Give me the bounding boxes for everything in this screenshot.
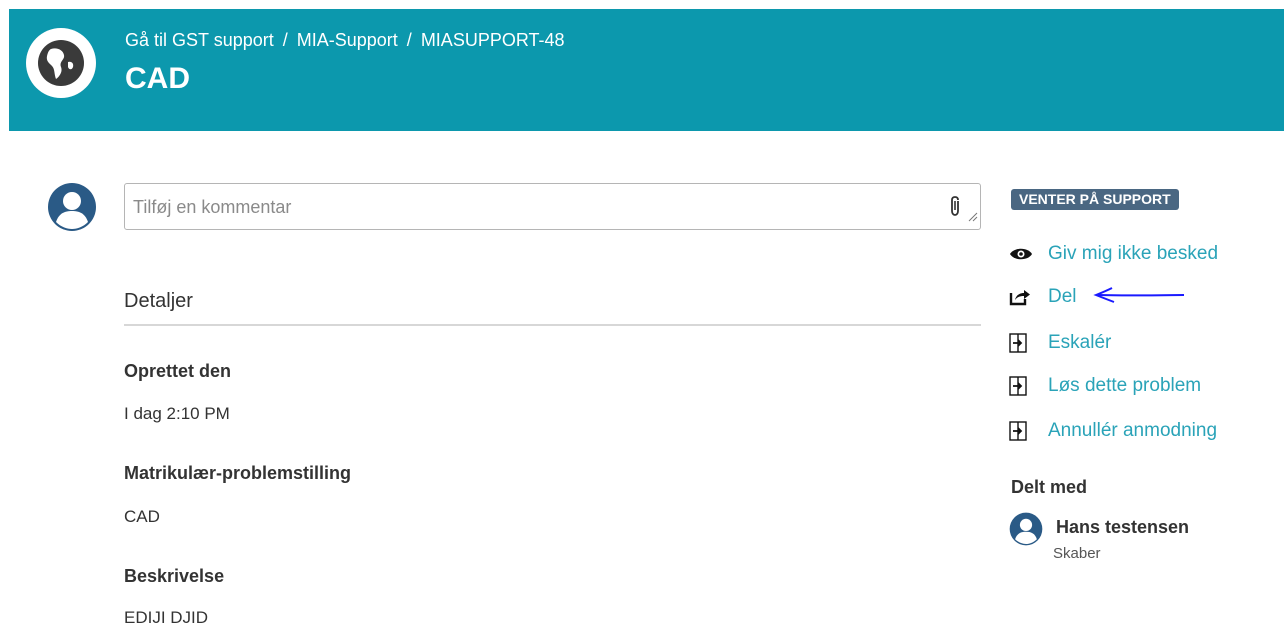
shared-user-role: Skaber bbox=[1053, 545, 1101, 562]
field-label-created: Oprettet den bbox=[124, 361, 232, 381]
details-heading: Detaljer bbox=[124, 290, 193, 312]
user-avatar-icon bbox=[48, 183, 96, 231]
field-value-description: EDIJI DJID bbox=[124, 608, 209, 625]
current-user-avatar bbox=[47, 182, 97, 232]
action-cancel-request[interactable]: Annullér anmodning bbox=[1009, 419, 1217, 443]
globe-icon bbox=[38, 40, 84, 86]
field-value-created: I dag 2:10 PM bbox=[124, 404, 230, 423]
attach-paperclip-icon[interactable] bbox=[948, 195, 962, 222]
action-resolve[interactable]: Løs dette problem bbox=[1009, 374, 1201, 398]
field-label-description: Beskrivelse bbox=[124, 566, 225, 586]
action-label: Løs dette problem bbox=[1048, 375, 1202, 396]
user-avatar-icon bbox=[1009, 512, 1043, 546]
action-label: Giv mig ikke besked bbox=[1048, 243, 1219, 264]
breadcrumb-help-center[interactable]: Gå til GST support bbox=[125, 30, 274, 50]
details-divider bbox=[124, 324, 981, 326]
action-label: Annullér anmodning bbox=[1048, 420, 1218, 441]
header-banner: Gå til GST support / MIA-Support / MIASUPPOR… bbox=[9, 9, 1284, 131]
field-label-issue-type: Matrikulær-problemstilling bbox=[124, 463, 352, 483]
action-label: Del bbox=[1048, 286, 1077, 307]
annotation-arrow-icon bbox=[1093, 287, 1185, 303]
action-escalate[interactable]: Eskalér bbox=[1009, 331, 1111, 355]
share-icon bbox=[1009, 285, 1035, 309]
status-badge: VENTER PÅ SUPPORT bbox=[1011, 189, 1179, 210]
breadcrumb-separator: / bbox=[282, 30, 288, 50]
resize-grip-icon[interactable] bbox=[968, 209, 978, 227]
page-title: CAD bbox=[125, 62, 190, 95]
transition-icon bbox=[1009, 331, 1035, 355]
portal-logo[interactable] bbox=[26, 28, 96, 98]
action-unwatch[interactable]: Giv mig ikke besked bbox=[1009, 242, 1218, 266]
action-share[interactable]: Del bbox=[1009, 285, 1077, 309]
comment-box[interactable] bbox=[124, 183, 981, 230]
breadcrumb-separator: / bbox=[406, 30, 412, 50]
comment-input[interactable] bbox=[133, 194, 933, 220]
eye-icon bbox=[1009, 242, 1035, 266]
shared-user-avatar bbox=[1009, 512, 1043, 546]
transition-icon bbox=[1009, 374, 1035, 398]
shared-user-name: Hans testensen bbox=[1056, 517, 1190, 537]
shared-with-heading: Delt med bbox=[1011, 477, 1088, 497]
field-value-issue-type: CAD bbox=[124, 507, 160, 526]
transition-icon bbox=[1009, 419, 1035, 443]
action-label: Eskalér bbox=[1048, 332, 1112, 353]
breadcrumb: Gå til GST support / MIA-Support / MIASUPPOR… bbox=[125, 30, 565, 51]
breadcrumb-project[interactable]: MIA-Support bbox=[297, 30, 398, 50]
breadcrumb-issue-key[interactable]: MIASUPPORT-48 bbox=[421, 30, 565, 50]
